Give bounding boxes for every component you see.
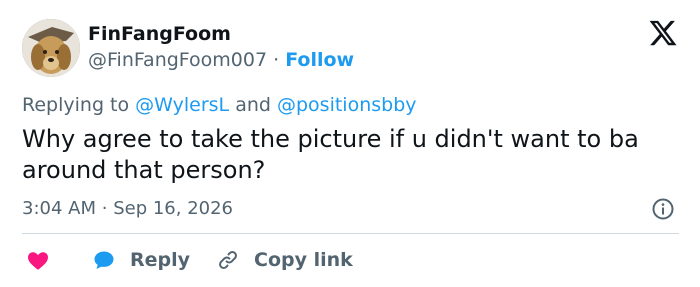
replying-to-line: Replying to @WylersL and @positionsbby <box>22 93 417 117</box>
replying-conjunction: and <box>235 94 271 116</box>
tweet-text: Why agree to take the picture if u didn'… <box>22 125 639 184</box>
reply-button[interactable]: Reply <box>92 246 190 274</box>
action-bar: Reply Copy link <box>22 246 682 274</box>
like-button[interactable] <box>26 246 50 274</box>
timestamp-separator: · <box>101 198 108 219</box>
tweet-card: FinFangFoom @FinFangFoom007 · Follow Rep… <box>0 0 700 287</box>
author-handle[interactable]: @FinFangFoom007 <box>88 49 267 71</box>
author-handle-row: @FinFangFoom007 · Follow <box>88 48 354 72</box>
avatar[interactable] <box>22 19 80 77</box>
x-logo-icon[interactable] <box>648 18 678 48</box>
follow-button[interactable]: Follow <box>285 49 354 71</box>
info-icon[interactable] <box>651 197 675 221</box>
timestamp[interactable]: 3:04 AM · Sep 16, 2026 <box>22 197 233 221</box>
tweet-date: Sep 16, 2026 <box>113 198 234 219</box>
reply-bubble-icon <box>94 251 114 269</box>
avatar-image <box>22 19 80 77</box>
mention-link[interactable]: @positionsbby <box>277 94 417 116</box>
replying-prefix: Replying to <box>22 94 130 116</box>
handle-separator: · <box>273 49 280 71</box>
author-name[interactable]: FinFangFoom <box>88 22 231 46</box>
tweet-time: 3:04 AM <box>22 198 96 219</box>
mention-link[interactable]: @WylersL <box>135 94 229 116</box>
copy-link-label: Copy link <box>254 249 353 271</box>
copy-link-button[interactable]: Copy link <box>216 246 353 274</box>
link-icon <box>219 251 237 269</box>
reply-label: Reply <box>130 249 191 271</box>
divider <box>22 233 679 234</box>
heart-icon <box>28 252 48 270</box>
